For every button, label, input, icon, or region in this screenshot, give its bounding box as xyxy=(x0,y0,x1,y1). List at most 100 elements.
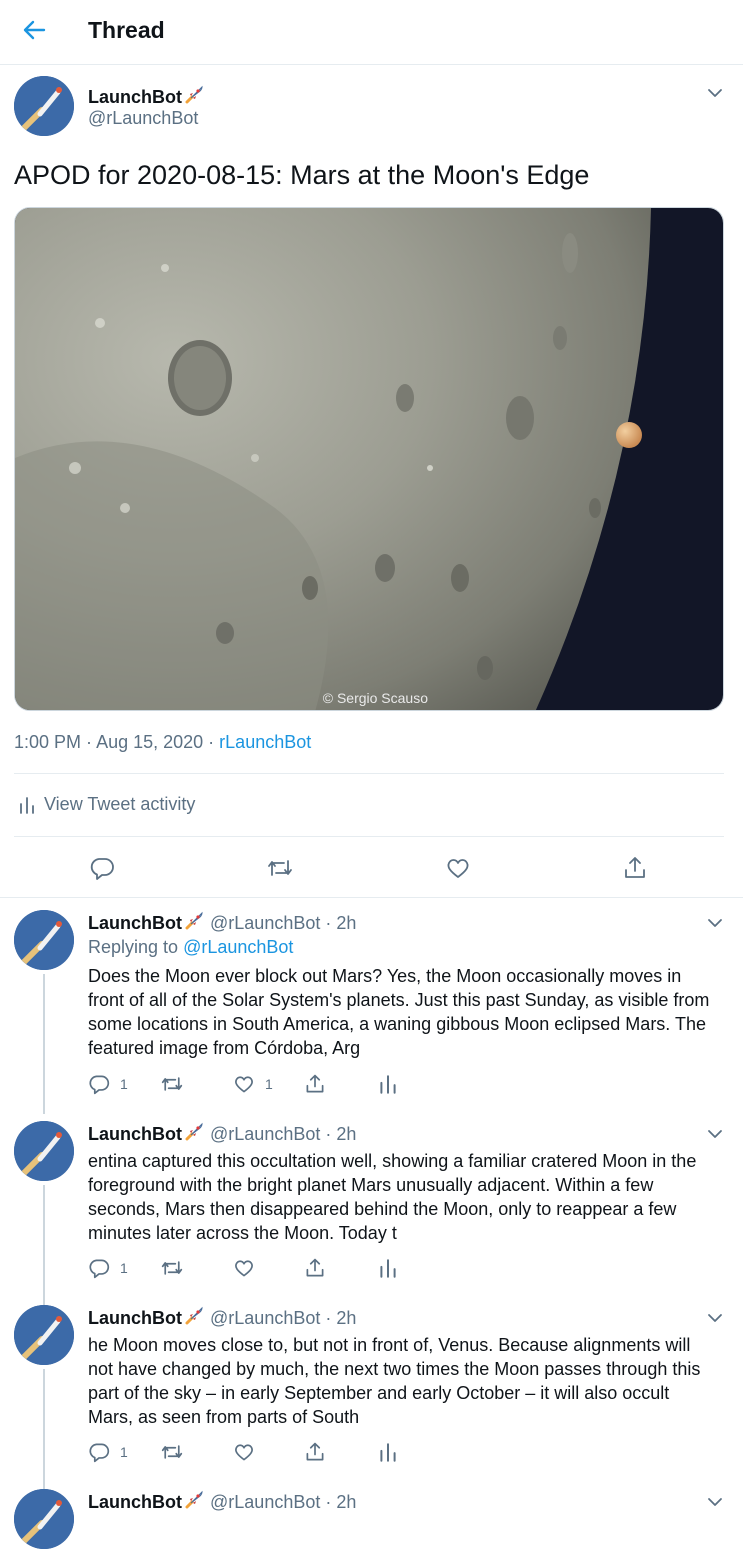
share-button[interactable] xyxy=(304,1073,326,1095)
avatar[interactable] xyxy=(14,1305,74,1365)
reply-icon xyxy=(89,1075,110,1095)
author-name[interactable]: LaunchBot xyxy=(88,913,182,933)
reply-age[interactable]: 2h xyxy=(336,913,356,933)
retweet-button[interactable] xyxy=(160,1441,184,1463)
reply-header: LaunchBot @rLaunchBot · 2h xyxy=(88,1489,356,1513)
author-handle[interactable]: @rLaunchBot xyxy=(210,1124,320,1144)
avatar[interactable] xyxy=(14,76,74,136)
like-count: 1 xyxy=(265,1076,273,1092)
avatar[interactable] xyxy=(14,1489,74,1549)
avatar[interactable] xyxy=(14,1121,74,1181)
chevron-down-icon[interactable] xyxy=(706,1309,724,1327)
view-activity-label: View Tweet activity xyxy=(44,794,196,814)
like-icon[interactable] xyxy=(440,850,476,886)
analytics-icon xyxy=(380,1443,396,1462)
back-arrow-icon[interactable] xyxy=(20,16,48,44)
reply-button[interactable]: 1 xyxy=(88,1257,128,1279)
retweet-icon xyxy=(161,1445,183,1459)
rocket-emoji-icon xyxy=(185,85,203,104)
analytics-icon xyxy=(380,1259,396,1278)
view-activity-link[interactable]: View Tweet activity xyxy=(18,794,195,815)
tweet-image[interactable]: © Sergio Scauso xyxy=(14,207,724,711)
reply-count: 1 xyxy=(120,1076,128,1092)
retweet-button[interactable] xyxy=(160,1257,184,1279)
retweet-icon[interactable] xyxy=(262,850,298,886)
share-button[interactable] xyxy=(304,1257,326,1279)
image-credit: © Sergio Scauso xyxy=(322,690,428,706)
analytics-button[interactable] xyxy=(378,1073,398,1095)
reply-age[interactable]: 2h xyxy=(336,1308,356,1328)
replying-to: Replying to @rLaunchBot xyxy=(88,937,294,957)
reply-tweet[interactable]: LaunchBot @rLaunchBot · 2h Replying to @… xyxy=(0,910,743,1114)
chevron-down-icon[interactable] xyxy=(706,914,724,932)
reply-button[interactable]: 1 xyxy=(88,1441,128,1463)
reply-text: he Moon moves close to, but not in front… xyxy=(88,1335,701,1427)
author-handle[interactable]: @rLaunchBot xyxy=(210,913,320,933)
reply-age[interactable]: 2h xyxy=(336,1492,356,1512)
like-icon xyxy=(235,1260,253,1277)
author-name[interactable]: LaunchBot xyxy=(88,1492,182,1512)
reply-count: 1 xyxy=(120,1444,128,1460)
reply-actions: 1 xyxy=(88,1441,418,1467)
reply-tweet[interactable]: LaunchBot @rLaunchBot · 2h he Moon moves… xyxy=(0,1305,743,1489)
divider xyxy=(14,773,724,774)
reply-button[interactable]: 1 xyxy=(88,1073,128,1095)
replying-to-link[interactable]: @rLaunchBot xyxy=(183,937,293,957)
avatar[interactable] xyxy=(14,910,74,970)
rocket-emoji-icon xyxy=(185,1122,203,1141)
analytics-button[interactable] xyxy=(378,1441,398,1463)
tweet-text: APOD for 2020-08-15: Mars at the Moon's … xyxy=(14,160,590,190)
rocket-emoji-icon xyxy=(185,911,203,930)
retweet-icon xyxy=(161,1261,183,1275)
chevron-down-icon[interactable] xyxy=(706,1125,724,1143)
author-name[interactable]: LaunchBot xyxy=(88,1124,182,1144)
reply-text: entina captured this occultation well, s… xyxy=(88,1151,697,1243)
reply-icon xyxy=(89,1443,110,1463)
share-icon xyxy=(306,1258,324,1277)
reply-count: 1 xyxy=(120,1260,128,1276)
author-handle[interactable]: @rLaunchBot xyxy=(88,108,198,129)
reply-header: LaunchBot @rLaunchBot · 2h xyxy=(88,1305,356,1329)
share-icon xyxy=(306,1442,324,1461)
reply-header: LaunchBot @rLaunchBot · 2h xyxy=(88,910,356,934)
divider xyxy=(14,836,724,837)
divider xyxy=(0,897,743,898)
like-icon xyxy=(235,1076,253,1093)
page-title: Thread xyxy=(88,17,165,43)
thread-line xyxy=(43,1369,45,1489)
author-handle[interactable]: @rLaunchBot xyxy=(210,1308,320,1328)
reply-header: LaunchBot @rLaunchBot · 2h xyxy=(88,1121,356,1145)
retweet-icon xyxy=(161,1077,183,1091)
reply-age[interactable]: 2h xyxy=(336,1124,356,1144)
chevron-down-icon[interactable] xyxy=(706,84,724,102)
share-button[interactable] xyxy=(304,1441,326,1463)
reply-icon[interactable] xyxy=(84,850,120,886)
tweet-source[interactable]: rLaunchBot xyxy=(219,732,311,752)
like-button[interactable] xyxy=(233,1257,255,1279)
reply-tweet[interactable]: LaunchBot @rLaunchBot · 2h entina captur… xyxy=(0,1121,743,1305)
author-handle[interactable]: @rLaunchBot xyxy=(210,1492,320,1512)
tweet-meta: 1:00 PM · Aug 15, 2020 · rLaunchBot xyxy=(14,732,312,752)
rocket-emoji-icon xyxy=(185,1490,203,1509)
like-icon xyxy=(235,1444,253,1461)
chevron-down-icon[interactable] xyxy=(706,1493,724,1511)
share-icon xyxy=(306,1074,324,1093)
thread-line xyxy=(43,974,45,1114)
author-name[interactable]: LaunchBot xyxy=(88,84,205,108)
retweet-button[interactable] xyxy=(160,1073,184,1095)
tweet-date[interactable]: Aug 15, 2020 xyxy=(96,732,203,752)
rocket-emoji-icon xyxy=(185,1306,203,1325)
reply-actions: 1 xyxy=(88,1257,418,1283)
reply-icon xyxy=(89,1259,110,1279)
thread-line xyxy=(43,1185,45,1305)
tweet-actions xyxy=(0,850,743,886)
tweet-time[interactable]: 1:00 PM xyxy=(14,732,81,752)
like-button[interactable] xyxy=(233,1441,255,1463)
reply-actions: 1 1 xyxy=(88,1073,418,1099)
share-icon[interactable] xyxy=(617,850,653,886)
author-name[interactable]: LaunchBot xyxy=(88,1308,182,1328)
analytics-button[interactable] xyxy=(378,1257,398,1279)
like-button[interactable]: 1 xyxy=(233,1073,273,1095)
reply-text: Does the Moon ever block out Mars? Yes, … xyxy=(88,966,710,1058)
reply-tweet[interactable]: LaunchBot @rLaunchBot · 2h xyxy=(0,1489,743,1549)
